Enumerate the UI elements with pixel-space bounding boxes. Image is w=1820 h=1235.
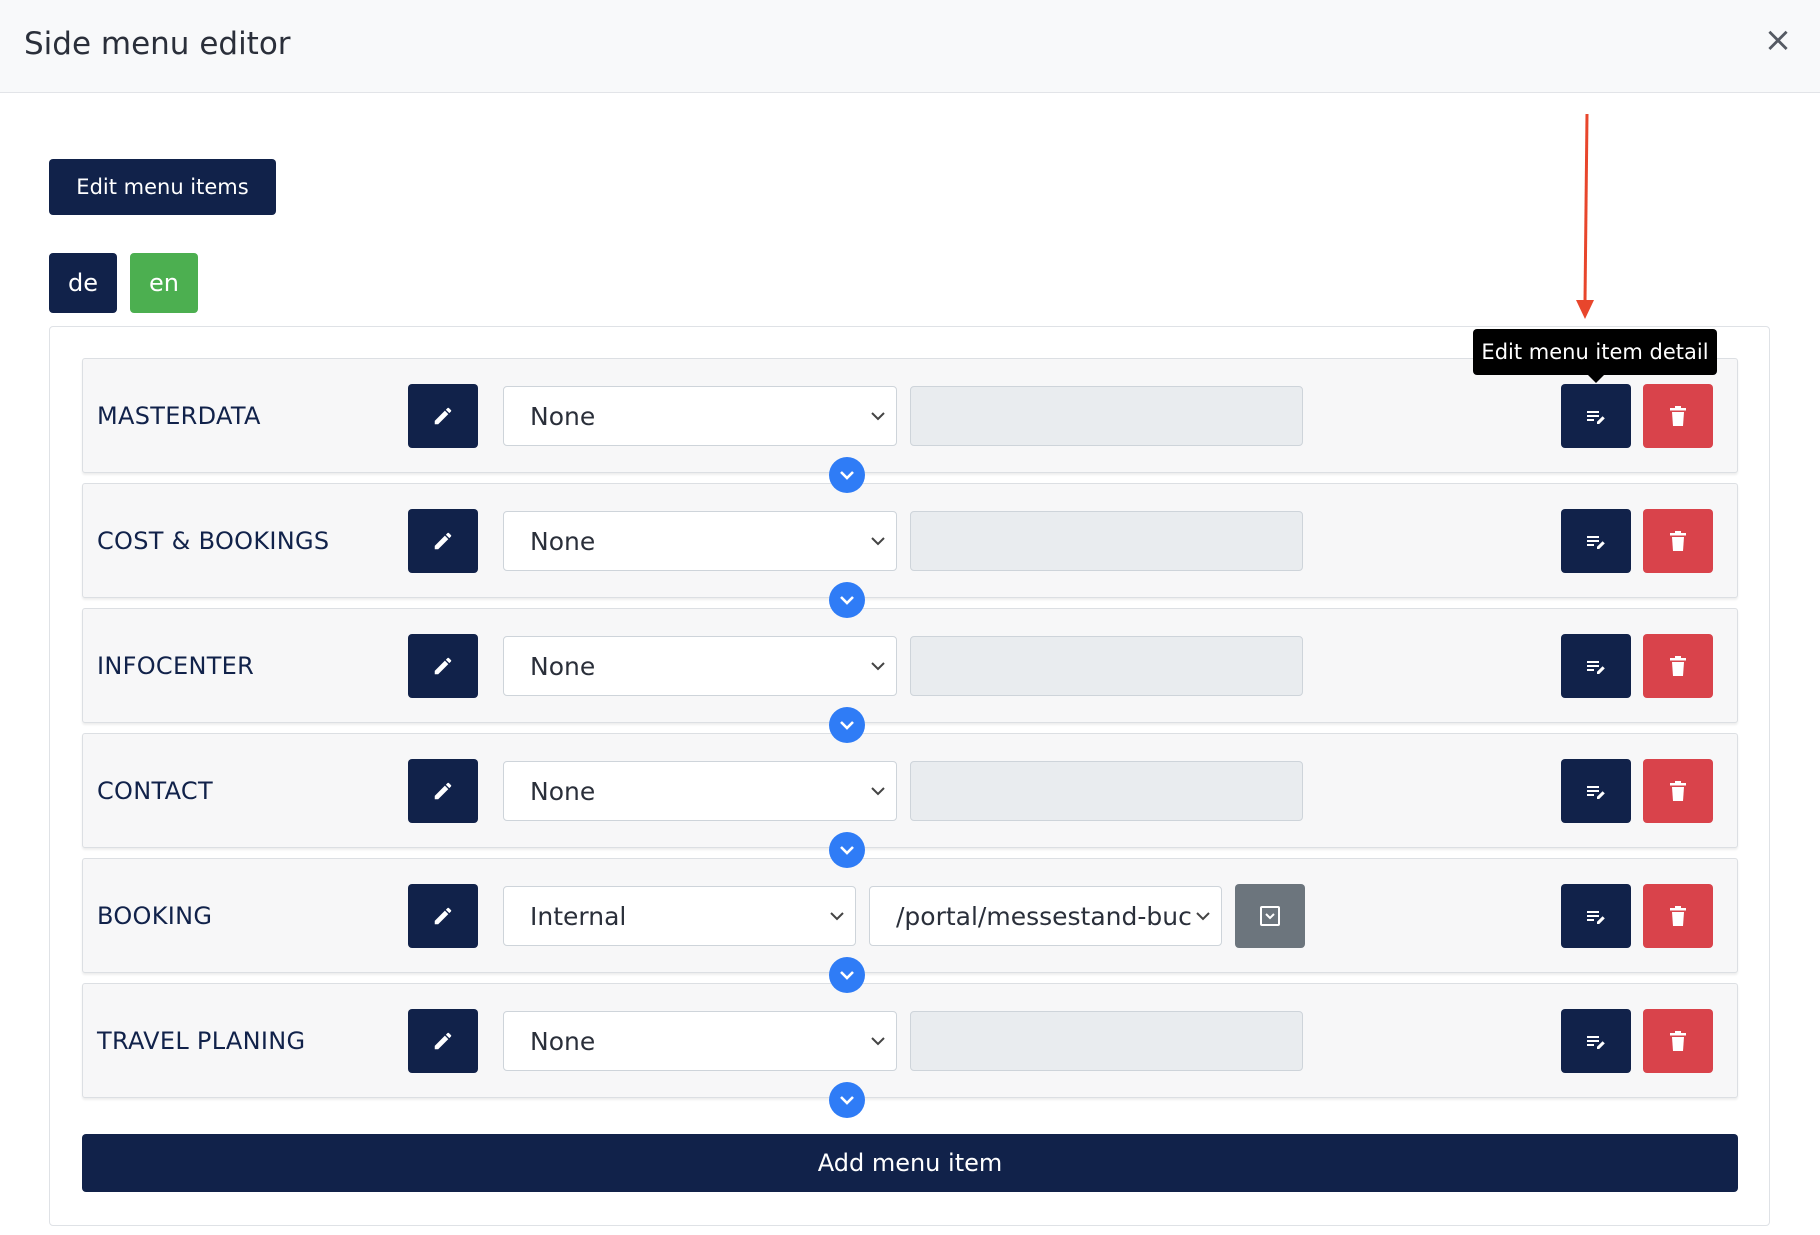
menu-item-row: COST & BOOKINGS None <box>82 483 1738 598</box>
expand-toggle-button[interactable] <box>829 707 865 743</box>
chevron-down-icon <box>830 912 844 921</box>
link-target-field <box>910 511 1303 571</box>
link-type-value: None <box>530 776 596 806</box>
link-target-field <box>910 636 1303 696</box>
trash-icon <box>1670 781 1686 801</box>
link-target-value: /portal/messestand-buc <box>896 901 1192 931</box>
dropdown-box-icon <box>1260 906 1280 926</box>
add-menu-item-button[interactable]: Add menu item <box>82 1134 1738 1192</box>
modal-header: Side menu editor × <box>0 0 1820 93</box>
edit-note-icon <box>1587 536 1605 549</box>
chevron-down-icon <box>871 787 885 796</box>
trash-icon <box>1670 1031 1686 1051</box>
chevron-down-icon <box>871 1037 885 1046</box>
edit-label-button[interactable] <box>408 884 478 948</box>
edit-note-icon <box>1587 411 1605 424</box>
menu-item-row: CONTACT None <box>82 733 1738 848</box>
edit-menu-items-button[interactable]: Edit menu items <box>49 159 276 215</box>
link-type-select[interactable]: None <box>503 386 897 446</box>
edit-detail-button[interactable] <box>1561 509 1631 573</box>
chevron-down-icon <box>840 846 854 855</box>
delete-button[interactable] <box>1643 509 1713 573</box>
pencil-icon <box>434 1032 452 1050</box>
chevron-down-icon <box>871 412 885 421</box>
expand-toggle-button[interactable] <box>829 582 865 618</box>
delete-button[interactable] <box>1643 1009 1713 1073</box>
tooltip: Edit menu item detail <box>1473 329 1717 375</box>
language-de-button[interactable]: de <box>49 253 117 313</box>
pencil-icon <box>434 532 452 550</box>
pencil-icon <box>434 907 452 925</box>
pencil-icon <box>434 782 452 800</box>
edit-label-button[interactable] <box>408 634 478 698</box>
menu-item-label: BOOKING <box>97 901 213 930</box>
chevron-down-icon <box>840 1096 854 1105</box>
menu-item-row: INFOCENTER None <box>82 608 1738 723</box>
menu-item-row: MASTERDATA None <box>82 358 1738 473</box>
delete-button[interactable] <box>1643 759 1713 823</box>
link-type-select[interactable]: None <box>503 636 897 696</box>
menu-item-label: CONTACT <box>97 776 213 805</box>
delete-button[interactable] <box>1643 634 1713 698</box>
link-type-value: None <box>530 401 596 431</box>
delete-button[interactable] <box>1643 384 1713 448</box>
link-target-field <box>910 386 1303 446</box>
link-target-field <box>910 761 1303 821</box>
chevron-down-icon <box>840 596 854 605</box>
tooltip-pointer <box>1588 375 1604 383</box>
edit-label-button[interactable] <box>408 384 478 448</box>
pencil-icon <box>434 657 452 675</box>
link-type-value: None <box>530 1026 596 1056</box>
expand-toggle-button[interactable] <box>829 832 865 868</box>
edit-note-icon <box>1587 911 1605 924</box>
chevron-down-icon <box>1196 912 1210 921</box>
expand-toggle-button[interactable] <box>829 957 865 993</box>
language-en-button[interactable]: en <box>130 253 198 313</box>
select-target-button[interactable] <box>1235 884 1305 948</box>
trash-icon <box>1670 531 1686 551</box>
modal-title: Side menu editor <box>24 26 291 62</box>
link-type-value: None <box>530 651 596 681</box>
chevron-down-icon <box>840 471 854 480</box>
trash-icon <box>1670 656 1686 676</box>
pencil-icon <box>434 407 452 425</box>
edit-note-icon <box>1587 786 1605 799</box>
menu-item-row: TRAVEL PLANING None <box>82 983 1738 1098</box>
menu-item-label: COST & BOOKINGS <box>97 526 330 555</box>
link-target-field <box>910 1011 1303 1071</box>
link-target-select[interactable]: /portal/messestand-buc <box>869 886 1222 946</box>
edit-note-icon <box>1587 661 1605 674</box>
edit-detail-button[interactable] <box>1561 884 1631 948</box>
chevron-down-icon <box>871 662 885 671</box>
trash-icon <box>1670 406 1686 426</box>
expand-toggle-button[interactable] <box>829 1082 865 1118</box>
link-type-value: None <box>530 526 596 556</box>
menu-item-label: MASTERDATA <box>97 401 261 430</box>
edit-detail-button[interactable] <box>1561 384 1631 448</box>
edit-label-button[interactable] <box>408 1009 478 1073</box>
edit-label-button[interactable] <box>408 509 478 573</box>
link-type-select[interactable]: Internal <box>503 886 856 946</box>
chevron-down-icon <box>871 537 885 546</box>
edit-detail-button[interactable] <box>1561 634 1631 698</box>
edit-detail-button[interactable] <box>1561 759 1631 823</box>
link-type-select[interactable]: None <box>503 761 897 821</box>
chevron-down-icon <box>840 971 854 980</box>
menu-item-label: TRAVEL PLANING <box>97 1026 306 1055</box>
link-type-select[interactable]: None <box>503 1011 897 1071</box>
edit-note-icon <box>1587 1036 1605 1049</box>
link-type-value: Internal <box>530 901 627 931</box>
annotation-arrow-icon <box>1576 113 1594 319</box>
edit-detail-button[interactable] <box>1561 1009 1631 1073</box>
delete-button[interactable] <box>1643 884 1713 948</box>
trash-icon <box>1670 906 1686 926</box>
menu-item-row: BOOKING Internal /portal/messestand-buc <box>82 858 1738 973</box>
edit-label-button[interactable] <box>408 759 478 823</box>
expand-toggle-button[interactable] <box>829 457 865 493</box>
close-icon[interactable]: × <box>1760 22 1796 58</box>
chevron-down-icon <box>840 721 854 730</box>
link-type-select[interactable]: None <box>503 511 897 571</box>
menu-item-label: INFOCENTER <box>97 651 255 680</box>
